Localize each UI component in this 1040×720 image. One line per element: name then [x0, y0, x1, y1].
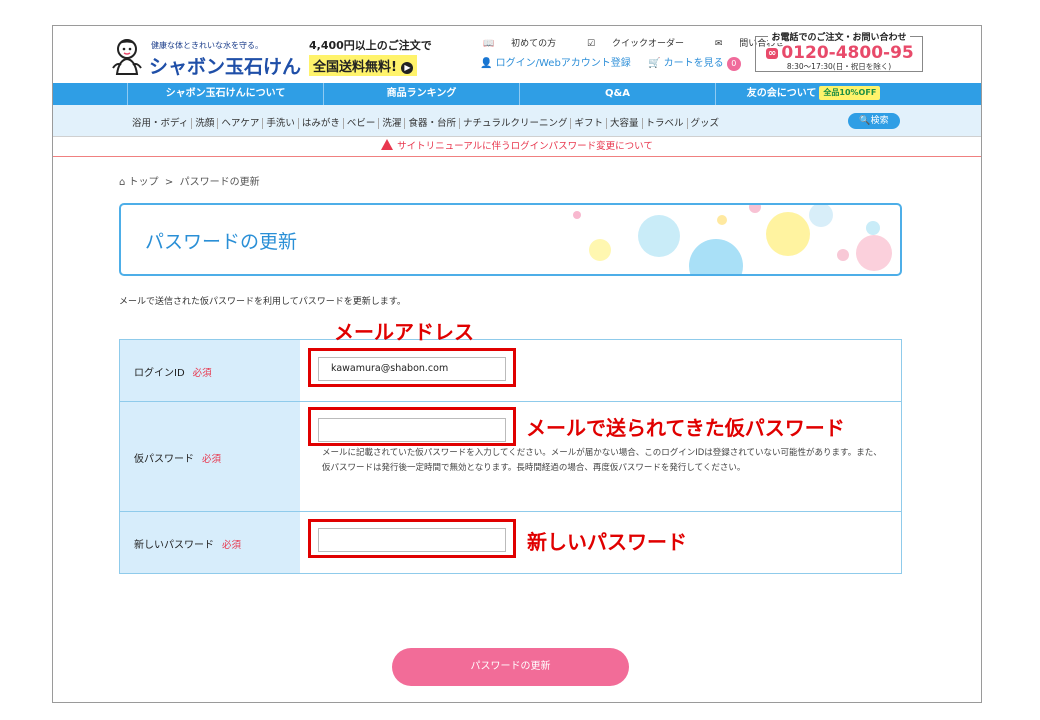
- category-item[interactable]: ギフト: [571, 118, 607, 129]
- search-icon: 🔍: [859, 116, 871, 126]
- annotation-email-label: メールアドレス: [334, 320, 474, 344]
- temp-password-help: メールに記載されていた仮パスワードを入力してください。メールが届かない場合、この…: [322, 448, 882, 473]
- breadcrumb-home[interactable]: トップ: [129, 177, 159, 188]
- new-password-label: 新しいパスワード 必須: [134, 536, 241, 551]
- cart-count-badge: 0: [726, 57, 741, 71]
- notice-text: サイトリニューアルに伴うログインパスワード変更について: [397, 141, 653, 152]
- mascot-logo-icon: [112, 39, 142, 75]
- phone-contact: お電話でのご注文・お問い合わせ ∞ 0120-4800-95 8:30～17:30…: [755, 33, 923, 72]
- annotation-temp-password-label: メールで送られてきた仮パスワード: [526, 416, 845, 440]
- login-id-label-text: ログインID: [134, 368, 185, 379]
- arrow-right-icon: ▶: [401, 61, 414, 74]
- category-item[interactable]: ナチュラルクリーニング: [459, 118, 572, 129]
- category-item[interactable]: 食器・台所: [405, 118, 460, 129]
- category-item[interactable]: グッズ: [688, 118, 723, 129]
- decor-bubble: [589, 239, 611, 261]
- category-item[interactable]: 浴用・ボディ: [129, 118, 193, 129]
- phone-hours: 8:30～17:30(日・祝日を除く): [786, 62, 892, 71]
- top-link-beginner[interactable]: 📖 初めての方: [483, 39, 570, 49]
- decor-bubble: [689, 239, 743, 274]
- book-icon: 📖: [483, 39, 495, 49]
- phone-title: お電話でのご注文・お問い合わせ: [756, 30, 922, 43]
- decor-bubble: [717, 215, 727, 225]
- checklist-icon: ☑: [586, 39, 596, 49]
- category-item[interactable]: トラベル: [642, 118, 688, 129]
- decor-bubble: [766, 212, 810, 256]
- annotation-temp-password-box: [308, 407, 516, 446]
- user-icon: 👤: [480, 58, 493, 69]
- login-id-label: ログインID 必須: [134, 364, 212, 379]
- cart-link-label: カートを見る: [663, 58, 724, 69]
- warning-icon: [381, 139, 394, 150]
- phone-number[interactable]: ∞ 0120-4800-95: [766, 43, 914, 63]
- logo-tagline: 健康な体ときれいな水を守る。: [151, 41, 263, 50]
- required-badge: 必須: [202, 454, 222, 465]
- nav-qa[interactable]: Q&A: [519, 83, 715, 105]
- site-logo[interactable]: 健康な体ときれいな水を守る。 シャボン玉石けん: [109, 34, 302, 80]
- account-links: 👤 ログイン/Webアカウント登録 🛒 カートを見る 0: [480, 54, 741, 71]
- logo-name: シャボン玉石けん: [149, 56, 302, 78]
- cart-icon: 🛒: [648, 58, 661, 69]
- category-item[interactable]: 洗顔: [192, 118, 219, 129]
- nav-members[interactable]: 友の会について 全品10%OFF: [715, 83, 911, 105]
- form-label-cell: 新しいパスワード 必須: [120, 512, 300, 573]
- login-link[interactable]: 👤 ログイン/Webアカウント登録: [480, 58, 631, 69]
- decor-bubble: [749, 205, 761, 213]
- free-dial-icon: ∞: [766, 47, 779, 59]
- login-link-label: ログイン/Webアカウント登録: [495, 58, 631, 69]
- shipping-condition: 4,400円以上のご注文で: [309, 39, 432, 52]
- decor-bubble: [837, 249, 849, 261]
- form-label-cell: ログインID 必須: [120, 340, 300, 401]
- mail-icon: ✉: [714, 39, 723, 49]
- annotation-email-box: [308, 348, 516, 387]
- cart-link[interactable]: 🛒 カートを見る 0: [648, 57, 741, 71]
- phone-number-text: 0120-4800-95: [781, 43, 914, 63]
- nav-ranking[interactable]: 商品ランキング: [323, 83, 519, 105]
- nav-about[interactable]: シャボン玉石けんについて: [127, 83, 323, 105]
- nav-members-label: 友の会について: [746, 88, 817, 99]
- category-nav: 浴用・ボディ 洗顔 ヘアケア 手洗い はみがき ベビー 洗濯 食器・台所 ナチュラルクリーニング…: [53, 105, 981, 137]
- page-title: パスワードの更新: [145, 231, 298, 253]
- page-title-box: パスワードの更新: [119, 203, 902, 276]
- category-item[interactable]: 大容量: [606, 118, 643, 129]
- decor-bubble: [809, 205, 833, 227]
- category-item[interactable]: はみがき: [298, 118, 344, 129]
- required-badge: 必須: [222, 540, 242, 551]
- intro-text: メールで送信された仮パスワードを利用してパスワードを更新します。: [119, 297, 406, 307]
- temp-password-label: 仮パスワード 必須: [134, 450, 221, 465]
- new-password-label-text: 新しいパスワード: [134, 540, 214, 551]
- form-label-cell: 仮パスワード 必須: [120, 402, 300, 511]
- category-item[interactable]: 手洗い: [263, 118, 299, 129]
- breadcrumb-separator: >: [164, 177, 174, 188]
- top-link-label: クイックオーダー: [611, 39, 684, 49]
- shipping-main: 全国送料無料! ▶: [309, 55, 418, 76]
- top-link-label: 初めての方: [511, 39, 557, 49]
- breadcrumb: ⌂ トップ > パスワードの更新: [119, 173, 260, 188]
- decor-bubble: [866, 221, 880, 235]
- decor-bubble: [573, 211, 581, 219]
- annotation-new-password-label: 新しいパスワード: [527, 530, 687, 554]
- category-list: 浴用・ボディ 洗顔 ヘアケア 手洗い はみがき ベビー 洗濯 食器・台所 ナチュラルクリーニング…: [129, 115, 722, 129]
- search-button-label: 検索: [870, 116, 889, 126]
- category-item[interactable]: ベビー: [343, 118, 380, 129]
- top-link-quick-order[interactable]: ☑ クイックオーダー: [587, 39, 698, 49]
- category-item[interactable]: 洗濯: [379, 118, 406, 129]
- search-button[interactable]: 🔍検索: [848, 113, 900, 129]
- required-badge: 必須: [192, 368, 212, 379]
- main-nav: シャボン玉石けんについて 商品ランキング Q&A 友の会について 全品10%OFF: [53, 83, 981, 105]
- annotation-new-password-box: [308, 519, 516, 558]
- renewal-notice[interactable]: サイトリニューアルに伴うログインパスワード変更について: [53, 137, 981, 157]
- browser-frame: 健康な体ときれいな水を守る。 シャボン玉石けん 4,400円以上のご注文で 全国…: [52, 25, 982, 703]
- free-shipping-banner[interactable]: 4,400円以上のご注文で 全国送料無料! ▶: [309, 37, 432, 76]
- update-password-button[interactable]: パスワードの更新: [392, 648, 629, 686]
- decor-bubble: [638, 215, 680, 257]
- breadcrumb-current: パスワードの更新: [179, 177, 260, 188]
- home-icon: ⌂: [119, 177, 126, 188]
- category-item[interactable]: ヘアケア: [218, 118, 264, 129]
- phone-title-text: お電話でのご注文・お問い合わせ: [768, 33, 910, 43]
- decor-bubble: [856, 235, 892, 271]
- discount-badge: 全品10%OFF: [819, 86, 881, 100]
- temp-password-label-text: 仮パスワード: [134, 454, 194, 465]
- shipping-main-text: 全国送料無料!: [313, 60, 397, 75]
